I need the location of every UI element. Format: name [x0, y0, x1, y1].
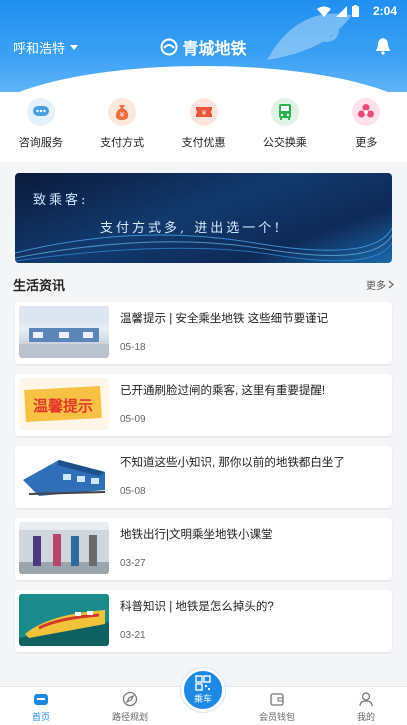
chevron-right-icon — [388, 280, 394, 289]
chat-icon — [26, 98, 55, 126]
money-bag-icon: ¥ — [108, 98, 137, 126]
ride-label: 乘车 — [193, 694, 212, 704]
more-label: 更多 — [366, 281, 386, 292]
news-title: 科普知识 | 地铁是怎么掉头的? — [120, 601, 274, 613]
svg-text:¥: ¥ — [120, 111, 125, 119]
quick-item-label: 咨询服务 — [18, 137, 63, 149]
news-thumbnail — [19, 522, 109, 574]
news-thumbnail — [19, 450, 109, 502]
banner-message: 支付方式多, 进出选一个! — [100, 221, 283, 236]
wifi-icon — [317, 6, 331, 17]
app-title: 青城地铁 — [182, 41, 247, 58]
news-item[interactable]: 地铁出行|文明乘坐地铁小课堂 03-27 — [15, 518, 392, 580]
news-date: 05-18 — [120, 342, 146, 353]
metro-logo-icon — [160, 38, 178, 56]
tab-label: 会员钱包 — [258, 712, 295, 722]
news-title: 已开通刷脸过闸的乘客, 这里有重要提醒! — [120, 385, 326, 397]
more-link[interactable]: 更多 — [366, 277, 394, 292]
news-title: 不知道这些小知识, 那你以前的地铁都白坐了 — [120, 457, 345, 469]
coupon-icon: ¥ — [189, 98, 218, 126]
qr-code-icon — [195, 675, 211, 691]
news-title: 地铁出行|文明乘坐地铁小课堂 — [120, 529, 273, 541]
news-item[interactable]: 温馨提示 | 安全乘坐地铁 这些细节要谨记 05-18 — [15, 302, 392, 364]
tab-route[interactable]: 路径规划 — [100, 691, 160, 723]
tab-label: 路径规划 — [111, 712, 148, 722]
tab-mine[interactable]: 我的 — [336, 691, 396, 723]
news-thumbnail: 温馨提示 — [19, 378, 109, 430]
promo-banner[interactable]: 致乘客: 支付方式多, 进出选一个! — [15, 173, 392, 263]
bell-icon[interactable] — [373, 36, 393, 56]
wallet-icon — [270, 693, 284, 706]
news-date: 05-08 — [120, 486, 146, 497]
news-item[interactable]: 科普知识 | 地铁是怎么掉头的? 03-21 — [15, 590, 392, 652]
battery-icon — [352, 5, 359, 17]
quick-menu: 咨询服务 ¥ 支付方式 ¥ 支付优惠 公交换乘 更多 — [0, 92, 407, 162]
banner-greeting: 致乘客: — [33, 193, 89, 208]
quick-item-bus-transfer[interactable]: 公交换乘 — [244, 92, 325, 162]
news-date: 03-21 — [120, 630, 146, 641]
ride-button[interactable]: 乘车 — [181, 668, 225, 712]
quick-item-label: 支付优惠 — [181, 137, 226, 149]
quick-item-payment[interactable]: ¥ 支付方式 — [81, 92, 162, 162]
news-date: 05-09 — [120, 414, 146, 425]
quick-item-label: 更多 — [355, 137, 378, 149]
news-item[interactable]: 不知道这些小知识, 那你以前的地铁都白坐了 05-08 — [15, 446, 392, 508]
bus-icon — [270, 98, 299, 126]
tab-label: 首页 — [31, 712, 50, 722]
tab-wallet[interactable]: 会员钱包 — [247, 691, 307, 723]
section-title: 生活资讯 — [13, 278, 66, 293]
quick-item-discount[interactable]: ¥ 支付优惠 — [163, 92, 244, 162]
quick-item-consult[interactable]: 咨询服务 — [0, 92, 81, 162]
news-item[interactable]: 温馨提示 已开通刷脸过闸的乘客, 这里有重要提醒! 05-09 — [15, 374, 392, 436]
compass-icon — [122, 691, 138, 707]
status-bar: 2:04 — [0, 0, 407, 22]
svg-text:¥: ¥ — [201, 109, 206, 117]
news-thumbnail — [19, 306, 109, 358]
quick-item-label: 公交换乘 — [262, 137, 307, 149]
app-brand: 青城地铁 — [0, 35, 407, 59]
more-icon — [352, 98, 381, 126]
status-time: 2:04 — [372, 4, 397, 18]
quick-item-more[interactable]: 更多 — [326, 92, 407, 162]
tab-home[interactable]: 首页 — [11, 691, 71, 723]
news-date: 03-27 — [120, 558, 146, 569]
tab-label: 我的 — [356, 712, 375, 722]
thumb-text: 温馨提示 — [33, 397, 93, 415]
user-icon — [359, 692, 373, 707]
news-section-header: 生活资讯 更多 — [0, 274, 407, 294]
news-thumbnail — [19, 594, 109, 646]
signal-icon — [336, 5, 347, 17]
quick-item-label: 支付方式 — [100, 137, 145, 149]
news-title: 温馨提示 | 安全乘坐地铁 这些细节要谨记 — [120, 313, 329, 325]
home-icon — [34, 694, 48, 705]
top-bar: 呼和浩特 青城地铁 — [0, 32, 407, 60]
